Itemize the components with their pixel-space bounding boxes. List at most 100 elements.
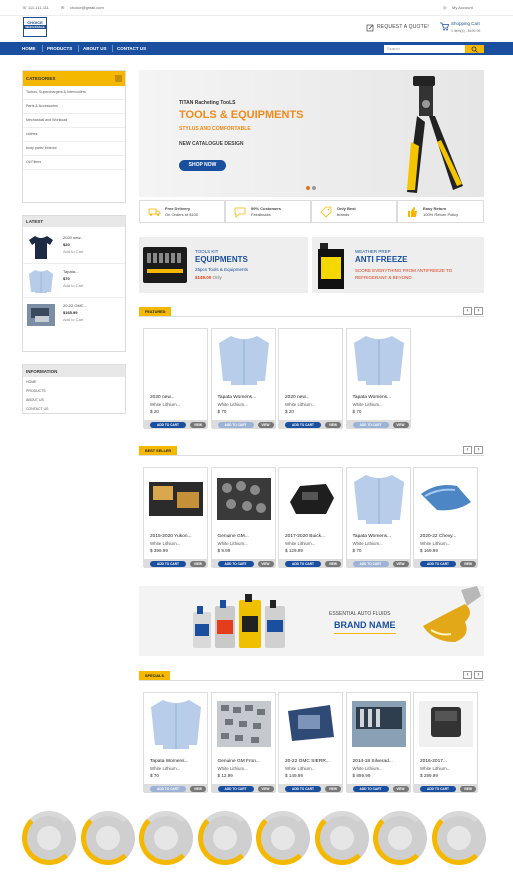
- view-button[interactable]: VIEW: [190, 560, 206, 567]
- product-image[interactable]: [350, 472, 408, 525]
- product-image[interactable]: [215, 333, 273, 386]
- product-name[interactable]: 2016-2017...: [420, 759, 447, 764]
- product-card[interactable]: 2014-18 Silverad... White Lithium... $ 899…: [345, 692, 411, 793]
- next-arrow-icon[interactable]: ›: [474, 671, 483, 679]
- product-card[interactable]: 20-22 GMC SIERR... White Lithium... $ 149.…: [278, 692, 343, 793]
- product-name[interactable]: 2015-2020 Yukon...: [150, 534, 192, 539]
- add-to-cart-button[interactable]: ADD TO CART: [352, 785, 389, 792]
- product-card[interactable]: 2020-22 Chevy... White Lithium... $ 169.99…: [413, 467, 478, 568]
- view-button[interactable]: VIEW: [325, 785, 341, 792]
- product-card[interactable]: 2020 new... White Lithium... $ 20 ADD TO CA…: [143, 328, 208, 429]
- latest-name[interactable]: Tapata...: [63, 268, 78, 275]
- product-image[interactable]: [282, 333, 340, 386]
- prev-arrow-icon[interactable]: ‹: [463, 446, 472, 454]
- carousel-dot[interactable]: [312, 186, 316, 190]
- add-to-cart-link[interactable]: Add to Cart: [63, 248, 83, 255]
- product-image[interactable]: [417, 472, 475, 525]
- category-item[interactable]: Oil Filters: [23, 156, 125, 170]
- product-card[interactable]: Genuine GM... White Lithium... $ 9.99 ADD T…: [210, 467, 276, 568]
- brand-logo-placeholder[interactable]: [314, 811, 369, 865]
- product-image[interactable]: [147, 697, 205, 750]
- product-name[interactable]: 2017-2020 Buick...: [285, 534, 325, 539]
- view-button[interactable]: VIEW: [190, 421, 206, 428]
- view-button[interactable]: VIEW: [392, 785, 409, 792]
- promo-anti-freeze[interactable]: WEATHER PREP ANTI FREEZE SCORE EVERYTHIN…: [312, 237, 484, 293]
- product-image[interactable]: [215, 472, 273, 525]
- product-name[interactable]: 2020-22 Chevy...: [420, 534, 456, 539]
- add-to-cart-button[interactable]: ADD TO CART: [217, 560, 254, 567]
- brand-logo-placeholder[interactable]: [80, 811, 135, 865]
- product-card[interactable]: 2016-2017... White Lithium... $ 299.99 ADD …: [413, 692, 478, 793]
- latest-name[interactable]: 2020 new...: [63, 234, 83, 241]
- search-button[interactable]: [465, 45, 484, 53]
- brand-logo-placeholder[interactable]: [22, 811, 76, 865]
- product-name[interactable]: Genuine GM Fron...: [218, 759, 260, 764]
- add-to-cart-button[interactable]: ADD TO CART: [217, 785, 254, 792]
- view-button[interactable]: VIEW: [190, 785, 206, 792]
- add-to-cart-button[interactable]: ADD TO CART: [420, 785, 456, 792]
- prev-arrow-icon[interactable]: ‹: [463, 307, 472, 315]
- category-item[interactable]: clothes: [23, 128, 125, 142]
- category-item[interactable]: Mechanical and Workload: [23, 114, 125, 128]
- product-image[interactable]: [215, 697, 273, 750]
- brand-logo-placeholder[interactable]: [256, 811, 310, 865]
- category-item[interactable]: Turbos, Superchargers & Intercoolers: [23, 86, 125, 100]
- site-logo[interactable]: CHOICE WHOLESALE: [23, 17, 47, 37]
- hero-banner[interactable]: TITAN Racheting TooLS TOOLS & EQUIPMENTS…: [139, 70, 484, 197]
- next-arrow-icon[interactable]: ›: [474, 307, 483, 315]
- info-link-home[interactable]: HOME: [26, 380, 37, 384]
- product-name[interactable]: Tapata Womens...: [150, 759, 189, 764]
- view-button[interactable]: VIEW: [392, 421, 409, 428]
- product-name[interactable]: Tapata Womens...: [218, 395, 257, 400]
- category-item[interactable]: Parts & Accessories: [23, 100, 125, 114]
- view-button[interactable]: VIEW: [460, 785, 476, 792]
- view-button[interactable]: VIEW: [257, 785, 274, 792]
- brand-logo-placeholder[interactable]: [431, 811, 486, 865]
- category-item[interactable]: body parts/ exterior: [23, 142, 125, 156]
- product-name[interactable]: 2020 new...: [150, 395, 175, 400]
- add-to-cart-button[interactable]: ADD TO CART: [285, 785, 321, 792]
- info-link-contact[interactable]: CONTACT US: [26, 407, 48, 411]
- add-to-cart-button[interactable]: ADD TO CART: [420, 560, 456, 567]
- brand-logo-placeholder[interactable]: [139, 811, 193, 865]
- product-card[interactable]: 2020 new... White Lithium... $ 20 ADD TO CA…: [278, 328, 343, 429]
- add-to-cart-button[interactable]: ADD TO CART: [150, 785, 186, 792]
- promo-tools-kit[interactable]: TOOLS KIT EQUIPMENTS 25pcs Tools & Equip…: [139, 237, 308, 293]
- nav-products[interactable]: PRODUCTS: [47, 46, 72, 51]
- nav-contact-us[interactable]: CONTACT US: [117, 46, 146, 51]
- cart-icon[interactable]: [439, 22, 449, 31]
- info-link-products[interactable]: PRODUCTS: [26, 389, 46, 393]
- latest-item[interactable]: 20-22 GMC... $165.99 Add to Cart: [23, 298, 125, 332]
- product-image[interactable]: [350, 697, 408, 750]
- add-to-cart-button[interactable]: ADD TO CART: [352, 560, 389, 567]
- carousel-dot-active[interactable]: [306, 186, 310, 190]
- product-image[interactable]: [282, 697, 340, 750]
- product-card[interactable]: Genuine GM Fron... White Lithium... $ 12.9…: [210, 692, 276, 793]
- view-button[interactable]: VIEW: [460, 560, 476, 567]
- product-image[interactable]: [147, 333, 205, 386]
- add-to-cart-link[interactable]: Add to Cart: [63, 282, 83, 289]
- product-image[interactable]: [147, 472, 205, 525]
- add-to-cart-button[interactable]: ADD TO CART: [285, 560, 321, 567]
- product-name[interactable]: 2020 new...: [285, 395, 310, 400]
- prev-arrow-icon[interactable]: ‹: [463, 671, 472, 679]
- latest-item[interactable]: 2020 new... $20 Add to Cart: [23, 230, 125, 264]
- my-account-link[interactable]: My Account: [452, 5, 473, 10]
- brand-banner[interactable]: ESSENTIAL AUTO FLUIDS BRAND NAME: [139, 586, 484, 656]
- nav-about-us[interactable]: ABOUT US: [83, 46, 107, 51]
- product-card[interactable]: Tapata Womens... White Lithium... $ 70 ADD …: [143, 692, 208, 793]
- info-link-about[interactable]: ABOUT US: [26, 398, 44, 402]
- product-name[interactable]: 2014-18 Silverad...: [353, 759, 393, 764]
- product-name[interactable]: Tapata Womens...: [353, 534, 392, 539]
- product-card[interactable]: 2015-2020 Yukon... White Lithium... $ 399.…: [143, 467, 208, 568]
- email-link[interactable]: choice@gmail.com: [70, 5, 104, 10]
- product-image[interactable]: [350, 333, 408, 386]
- menu-icon[interactable]: [115, 75, 122, 82]
- product-image[interactable]: [417, 697, 475, 750]
- request-quote-link[interactable]: REQUEST A QUOTE!: [377, 24, 429, 30]
- latest-name[interactable]: 20-22 GMC...: [63, 302, 87, 309]
- product-card[interactable]: 2017-2020 Buick... White Lithium... $ 129.…: [278, 467, 343, 568]
- add-to-cart-button[interactable]: ADD TO CART: [285, 421, 321, 428]
- product-image[interactable]: [282, 472, 340, 525]
- view-button[interactable]: VIEW: [257, 421, 274, 428]
